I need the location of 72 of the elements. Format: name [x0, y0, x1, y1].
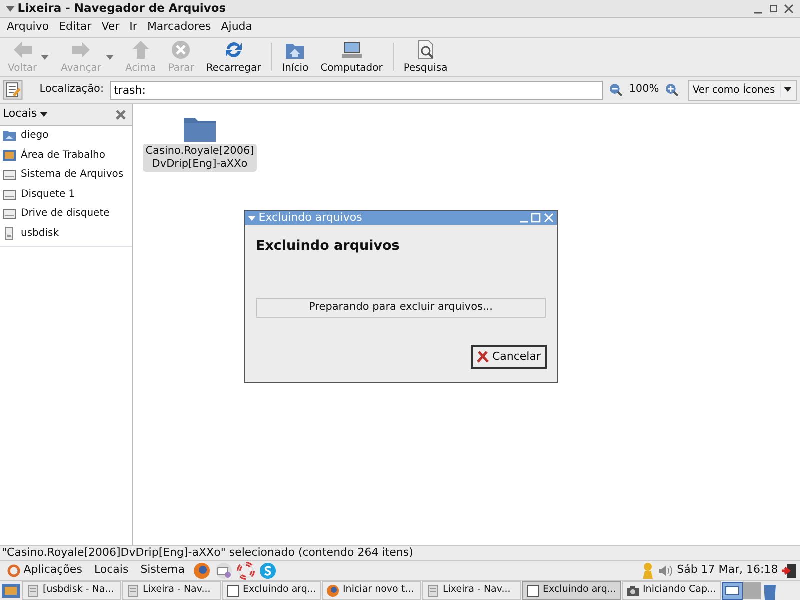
close-icon[interactable] — [784, 4, 794, 14]
taskbar-button[interactable]: Lixeira - Nav... — [422, 581, 521, 600]
zoom-out-icon[interactable] — [609, 83, 624, 97]
window-icon — [526, 584, 540, 598]
sidebar-item[interactable]: Área de Trabalho — [0, 146, 132, 165]
drive-icon — [2, 167, 17, 182]
cancel-button[interactable]: Cancelar — [471, 345, 547, 369]
sidebar-item[interactable]: usbdisk — [0, 224, 132, 243]
dropdown-caret-icon — [106, 54, 114, 60]
view-mode-dropdown[interactable]: Ver como Ícones — [688, 80, 797, 100]
taskbar-button[interactable]: [usbdisk - Na... — [22, 581, 121, 600]
caret-icon — [784, 86, 792, 92]
sidebar-item[interactable]: Sistema de Arquivos — [0, 165, 132, 184]
toolbar-button[interactable]: Pesquisa — [398, 38, 454, 76]
taskbar-button[interactable]: Lixeira - Nav... — [122, 581, 221, 600]
panel-menu[interactable]: Sistema — [136, 562, 189, 579]
show-desktop-icon[interactable] — [1, 582, 21, 600]
workspace-switcher-icon[interactable] — [722, 582, 762, 600]
menu-item[interactable]: Ver — [96, 19, 125, 36]
status-bar: "Casino.Royale[2006]DvDrip[Eng]-aXXo" selecionado (contendo 264 itens) — [0, 545, 800, 560]
logo-icon — [7, 564, 21, 578]
file-name[interactable]: Casino.Royale[2006] DvDrip[Eng]-aXXo — [142, 144, 258, 172]
stop-icon — [170, 38, 192, 60]
cancel-x-icon — [477, 351, 490, 363]
home-folder-icon — [2, 128, 17, 144]
mail-icon[interactable] — [215, 562, 233, 580]
taskbar-button[interactable]: Excluindo arq... — [222, 581, 321, 600]
sidebar-item[interactable]: Drive de disquete — [0, 204, 132, 224]
window-menu-icon[interactable] — [248, 216, 256, 220]
dialog-title: Excluindo arquivos — [258, 210, 362, 226]
file-manager-icon — [426, 584, 440, 598]
camera-icon — [626, 584, 640, 598]
clock[interactable]: Sáb 17 Mar, 16:18 — [677, 562, 778, 579]
taskbar-button[interactable]: Excluindo arq... — [522, 581, 621, 600]
menu-item[interactable]: Editar — [54, 19, 97, 36]
panel-menu[interactable]: Aplicações — [3, 562, 86, 579]
location-label: Localização: — [40, 82, 104, 98]
progress-text: Preparando para excluir arquivos... — [309, 300, 493, 316]
file-manager-icon — [26, 584, 40, 598]
close-icon[interactable] — [116, 110, 126, 120]
toolbar-button[interactable]: Computador — [314, 38, 389, 76]
menu-item[interactable]: Ajuda — [216, 19, 258, 36]
taskbar-button[interactable]: Iniciando Cap... — [622, 581, 721, 600]
zoom-level: 100% — [629, 82, 660, 98]
taskbar-button[interactable]: Iniciar novo t... — [322, 581, 421, 600]
drive-icon — [2, 206, 17, 222]
desktop-icon — [2, 148, 17, 163]
menu-item[interactable]: Ir — [124, 19, 142, 36]
caret-icon — [40, 112, 48, 117]
window-menu-icon[interactable] — [6, 6, 15, 12]
sidebar-item[interactable]: Disquete 1 — [0, 184, 132, 204]
window-title: Lixeira - Navegador de Arquivos — [18, 0, 226, 17]
menu-item[interactable]: Marcadores — [142, 19, 216, 36]
location-field[interactable]: trash: — [110, 80, 604, 100]
sidebar-item[interactable]: diego — [0, 126, 132, 146]
browser-icon[interactable] — [193, 562, 211, 580]
lifebuoy-icon[interactable] — [237, 562, 255, 580]
browser-icon — [326, 584, 340, 598]
edit-location-icon[interactable] — [3, 80, 23, 100]
chat-icon[interactable] — [259, 562, 277, 580]
toolbar-button[interactable]: Início — [276, 38, 315, 76]
dropdown-caret-icon — [41, 54, 50, 60]
toolbar-button[interactable]: Recarregar — [200, 38, 268, 76]
maximize-icon[interactable] — [768, 4, 778, 14]
dialog-heading: Excluindo arquivos — [256, 237, 401, 256]
file-manager-icon — [126, 584, 140, 598]
menu-item[interactable]: Arquivo — [2, 19, 54, 36]
window-icon — [226, 584, 240, 598]
zoom-in-icon[interactable] — [665, 83, 680, 97]
volume-icon[interactable] — [658, 564, 674, 578]
logout-icon[interactable] — [781, 562, 797, 578]
panel-menu[interactable]: Locais — [90, 562, 133, 579]
